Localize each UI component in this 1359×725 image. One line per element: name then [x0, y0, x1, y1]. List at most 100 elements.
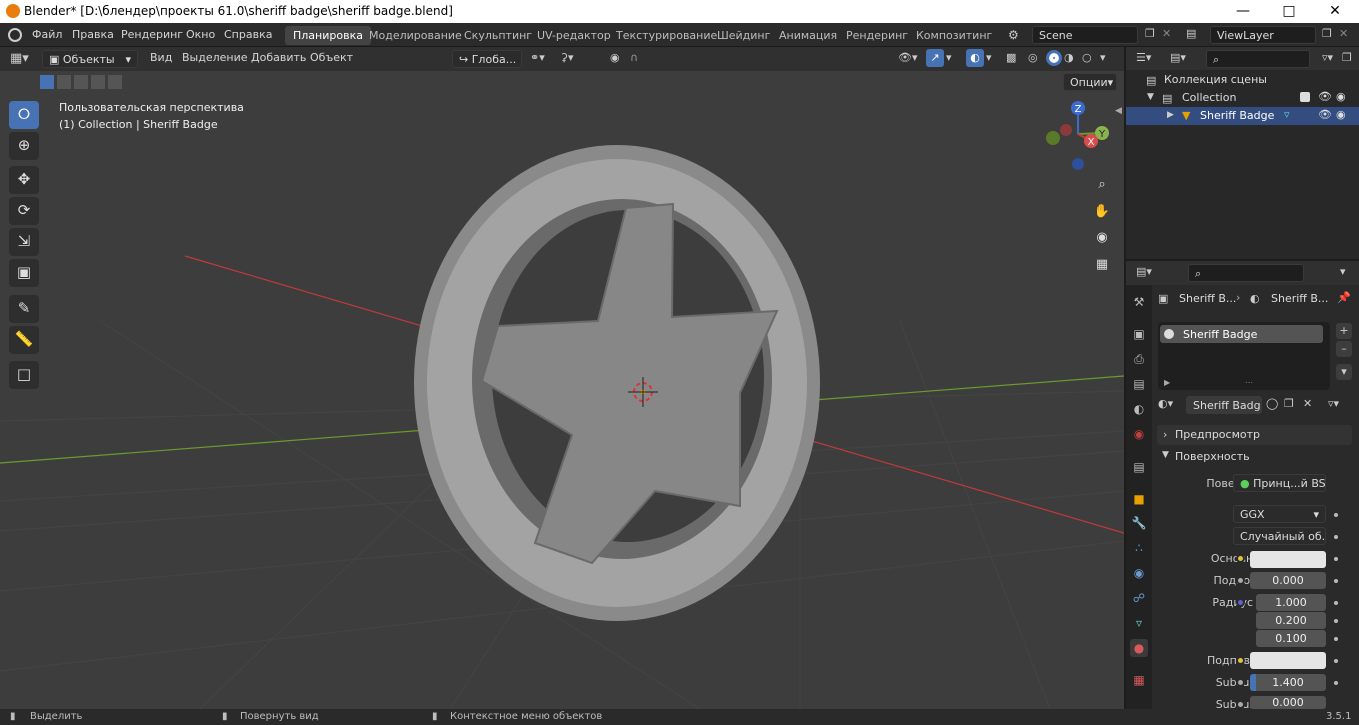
menu-edit[interactable]: Правка	[72, 28, 114, 41]
scene-icon[interactable]: ⚙	[1008, 28, 1019, 42]
object-camera-icon[interactable]: ◉	[1336, 108, 1346, 121]
outliner-editor-icon[interactable]: ☰▾	[1136, 51, 1151, 64]
surface-panel-label[interactable]: Поверхность	[1175, 450, 1250, 463]
subsurface-anisotropy-value[interactable]: 0.000	[1250, 696, 1326, 709]
sidebar-toggle-icon[interactable]: ◀	[1115, 106, 1122, 116]
properties-search-input[interactable]: ⌕	[1188, 264, 1304, 282]
texture-tab-icon[interactable]: ▦	[1130, 671, 1148, 689]
select-invert-icon[interactable]	[91, 75, 105, 89]
3d-viewport[interactable]: Пользовательская перспектива (1) Collect…	[0, 71, 1124, 709]
overlays-icon[interactable]: ◐	[966, 49, 984, 67]
new-view-layer-icon[interactable]: ❐	[1322, 27, 1332, 40]
maximize-button[interactable]: □	[1266, 0, 1312, 23]
tab-compositing[interactable]: Композитинг	[908, 26, 1000, 45]
surface-shader-field[interactable]: ● Принц...й BSDF	[1233, 474, 1326, 492]
base-color-swatch[interactable]	[1250, 551, 1326, 568]
solid-shading-icon[interactable]	[1046, 50, 1062, 66]
menu-add[interactable]: Добавить	[251, 51, 306, 64]
select-intersect-icon[interactable]	[108, 75, 122, 89]
keyframe-dot[interactable]	[1334, 681, 1338, 685]
move-tool[interactable]: ✥	[9, 166, 39, 194]
collection-tab-icon[interactable]: ▤	[1130, 458, 1148, 476]
mode-dropdown[interactable]: ▣ Объекты ▾	[42, 50, 138, 68]
select-new-icon[interactable]	[40, 75, 54, 89]
keyframe-dot[interactable]	[1334, 557, 1338, 561]
fake-user-icon[interactable]: ◯	[1266, 397, 1278, 410]
radius-y-value[interactable]: 0.200	[1256, 612, 1326, 629]
rotate-tool[interactable]: ⟳	[9, 197, 39, 225]
menu-view[interactable]: Вид	[150, 51, 172, 64]
collection-camera-icon[interactable]: ◉	[1336, 90, 1346, 103]
mesh-data-icon[interactable]: ▿	[1284, 108, 1290, 121]
constraints-tab-icon[interactable]: ☍	[1130, 589, 1148, 607]
gizmo-dropdown-icon[interactable]: ▾	[946, 51, 952, 64]
slot-specials-icon[interactable]: ▾	[1336, 364, 1352, 380]
keyframe-dot[interactable]	[1334, 513, 1338, 517]
tab-texture-paint[interactable]: Текстурирование	[608, 26, 725, 45]
blender-menu-icon[interactable]	[8, 28, 22, 42]
select-subtract-icon[interactable]	[74, 75, 88, 89]
menu-render[interactable]: Рендеринг	[121, 28, 183, 41]
properties-editor-icon[interactable]: ▤▾	[1136, 265, 1152, 278]
socket-icon[interactable]	[1236, 598, 1245, 607]
render-tab-icon[interactable]: ▣	[1130, 325, 1148, 343]
display-mode-icon[interactable]: ▤▾	[1170, 51, 1186, 64]
close-button[interactable]: ✕	[1312, 0, 1358, 23]
pivot-icon[interactable]: ⚭▾	[530, 51, 545, 64]
material-browse-icon[interactable]: ◐▾	[1158, 397, 1173, 410]
scene-tab-icon[interactable]: ◐	[1130, 400, 1148, 418]
radius-x-value[interactable]: 1.000	[1256, 594, 1326, 611]
material-slot-label[interactable]: Sheriff Badge	[1183, 328, 1257, 341]
new-scene-icon[interactable]: ❐	[1145, 27, 1155, 40]
select-box-tool[interactable]: ⭘	[9, 101, 39, 129]
keyframe-dot[interactable]	[1334, 601, 1338, 605]
scene-field[interactable]: Scene	[1032, 26, 1138, 44]
delete-scene-icon[interactable]: ✕	[1162, 27, 1171, 40]
keyframe-dot[interactable]	[1334, 659, 1338, 663]
object-eye-icon[interactable]: 👁	[1318, 108, 1332, 121]
radius-z-value[interactable]: 0.100	[1256, 630, 1326, 647]
tab-sculpting[interactable]: Скульптинг	[456, 26, 540, 45]
view-layer-field[interactable]: ViewLayer	[1210, 26, 1316, 44]
options-dropdown[interactable]: Опции▾	[1063, 73, 1117, 91]
object-expand-icon[interactable]: ▶	[1167, 110, 1174, 120]
annotate-tool[interactable]: ✎	[9, 295, 39, 323]
modifier-tab-icon[interactable]: 🔧	[1130, 514, 1148, 532]
orientation-dropdown[interactable]: ↪ Глоба...	[452, 50, 522, 68]
tab-animation[interactable]: Анимация	[771, 26, 845, 45]
xray-icon[interactable]: ▩	[1006, 51, 1016, 64]
material-name-field[interactable]: Sheriff Badge	[1186, 396, 1262, 414]
navigation-gizmo[interactable]: Z Y X	[1040, 96, 1116, 172]
remove-slot-button[interactable]: –	[1336, 341, 1352, 357]
object-label[interactable]: Sheriff Badge	[1200, 109, 1274, 122]
perspective-toggle-icon[interactable]: ▦	[1090, 253, 1114, 277]
cursor-tool[interactable]: ⊕	[9, 132, 39, 160]
select-extend-icon[interactable]	[57, 75, 71, 89]
socket-icon[interactable]	[1236, 678, 1245, 687]
collection-checkbox-icon[interactable]	[1300, 92, 1310, 102]
camera-view-icon[interactable]: ◉	[1090, 226, 1114, 250]
scale-tool[interactable]: ⇲	[9, 228, 39, 256]
link-data-icon[interactable]: ▿▾	[1328, 397, 1339, 410]
zoom-icon[interactable]: ⌕	[1090, 173, 1114, 197]
object-tab-icon[interactable]: ■	[1130, 490, 1148, 508]
new-collection-icon[interactable]: ❐	[1342, 51, 1352, 64]
snap-icon[interactable]: ⚳▾	[560, 51, 574, 64]
minimize-button[interactable]: —	[1220, 0, 1266, 23]
socket-icon[interactable]	[1236, 656, 1245, 665]
delete-view-layer-icon[interactable]: ✕	[1339, 27, 1348, 40]
keyframe-dot[interactable]	[1334, 579, 1338, 583]
view-layer-tab-icon[interactable]: ▤	[1130, 375, 1148, 393]
editor-type-icon[interactable]: ▦▾	[10, 51, 29, 66]
subsurface-ior-value[interactable]: 1.400	[1250, 674, 1326, 691]
menu-object[interactable]: Объект	[310, 51, 353, 64]
view-layer-icon[interactable]: ▤	[1186, 27, 1196, 40]
transform-tool[interactable]: ▣	[9, 259, 39, 287]
tab-layout[interactable]: Планировка	[285, 26, 371, 45]
material-shading-icon[interactable]: ◑	[1064, 51, 1074, 64]
tab-modeling[interactable]: Моделирование	[361, 26, 470, 45]
slot-expand-icon[interactable]: ▶	[1164, 378, 1170, 387]
sheriff-badge-mesh[interactable]	[414, 145, 820, 621]
measure-tool[interactable]: 📏	[9, 326, 39, 354]
wireframe-shading-icon[interactable]: ◎	[1028, 51, 1038, 64]
